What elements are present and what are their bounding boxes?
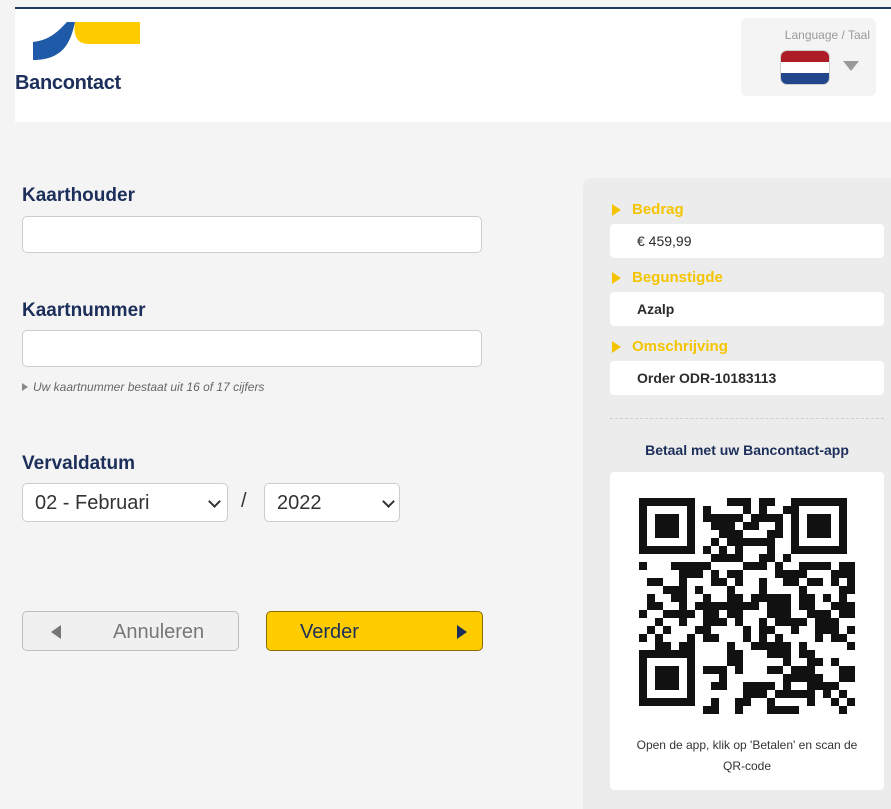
payment-summary-panel: Bedrag € 459,99 Begunstigde Azalp Omschr… xyxy=(583,178,891,809)
bancontact-logo: Bancontact xyxy=(15,18,141,102)
cardholder-label: Kaarthouder xyxy=(22,185,135,206)
chevron-down-icon[interactable] xyxy=(843,61,859,71)
description-value: Order ODR-10183113 xyxy=(610,361,884,395)
expiry-year-select[interactable]: 2022 xyxy=(264,483,400,522)
arrow-left-icon xyxy=(51,625,61,639)
language-selector[interactable]: Language / Taal xyxy=(741,18,876,96)
bullet-arrow-icon xyxy=(612,271,621,284)
expiry-year-value: 2022 xyxy=(277,492,322,514)
qr-caption: Open de app, klik op 'Betalen' en scan d… xyxy=(636,738,858,773)
brand-name: Bancontact xyxy=(15,72,121,94)
bullet-arrow-icon xyxy=(612,203,621,216)
cardholder-input[interactable] xyxy=(22,216,482,253)
cardnumber-hint: Uw kaartnummer bestaat uit 16 of 17 cijf… xyxy=(22,380,264,394)
next-button[interactable]: Verder xyxy=(266,611,483,651)
expiry-month-value: 02 - Februari xyxy=(35,492,150,514)
qr-code-icon[interactable] xyxy=(639,498,855,714)
bancontact-logo-mark xyxy=(33,18,140,60)
cancel-button-label: Annuleren xyxy=(113,621,205,643)
section-divider xyxy=(610,418,884,419)
amount-value: € 459,99 xyxy=(610,224,884,258)
beneficiary-label-text: Begunstigde xyxy=(632,269,723,286)
chevron-down-icon xyxy=(382,495,395,508)
qr-card: Open de app, klik op 'Betalen' en scan d… xyxy=(610,472,884,790)
expiry-label: Vervaldatum xyxy=(22,453,135,474)
cardnumber-hint-text: Uw kaartnummer bestaat uit 16 of 17 cijf… xyxy=(33,380,265,394)
expiry-separator: / xyxy=(241,490,247,512)
dutch-flag-icon[interactable] xyxy=(781,51,829,84)
amount-label-text: Bedrag xyxy=(632,201,684,218)
arrow-right-icon xyxy=(457,625,467,639)
cancel-button[interactable]: Annuleren xyxy=(22,611,239,651)
chevron-down-icon xyxy=(208,495,221,508)
hint-arrow-icon xyxy=(22,383,28,391)
amount-label: Bedrag xyxy=(612,201,684,218)
beneficiary-label: Begunstigde xyxy=(612,269,723,286)
language-label: Language / Taal xyxy=(784,28,870,42)
cardnumber-label: Kaartnummer xyxy=(22,300,146,321)
description-label-text: Omschrijving xyxy=(632,338,728,355)
next-button-label: Verder xyxy=(300,621,359,643)
bullet-arrow-icon xyxy=(612,340,621,353)
app-payment-title: Betaal met uw Bancontact-app xyxy=(645,442,849,458)
description-label: Omschrijving xyxy=(612,338,728,355)
expiry-month-select[interactable]: 02 - Februari xyxy=(22,483,228,522)
beneficiary-value: Azalp xyxy=(610,292,884,326)
cardnumber-input[interactable] xyxy=(22,330,482,367)
